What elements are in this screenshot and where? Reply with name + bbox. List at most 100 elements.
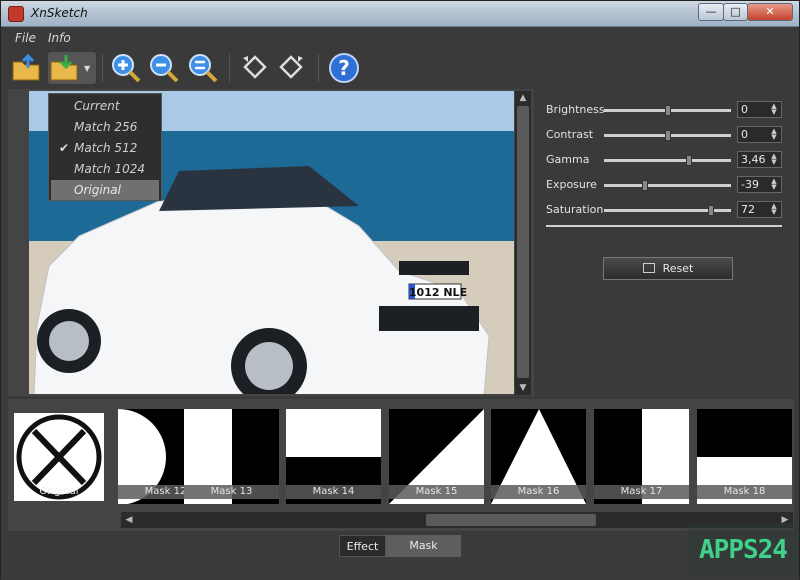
menu-info[interactable]: Info	[48, 31, 71, 45]
adjustment-slider[interactable]	[604, 105, 731, 116]
adjustment-row-exposure: Exposure -39 ▲ ▼	[536, 175, 794, 195]
adjustment-value: -39	[741, 178, 759, 191]
zoom-in-icon	[112, 54, 141, 83]
adjustment-value: 3,46	[741, 153, 766, 166]
tab-mask[interactable]: Mask	[386, 535, 461, 557]
adjustment-label: Saturation	[546, 203, 604, 216]
minimize-button[interactable]: —	[698, 3, 724, 21]
dropdown-item[interactable]: Match 256	[51, 117, 159, 137]
spin-arrows-icon[interactable]: ▲ ▼	[768, 153, 780, 166]
adjustment-label: Brightness	[546, 103, 605, 116]
license-plate: 1012 NLE	[409, 286, 467, 299]
watermark-logo: APPS24	[687, 523, 799, 577]
mask-thumbnail-label: Mask 13	[184, 485, 279, 499]
adjustment-spinbox[interactable]: -39 ▲ ▼	[737, 176, 782, 193]
mask-thumbnail[interactable]: Mask 17	[594, 409, 689, 504]
mask-thumbnail[interactable]: Mask 13	[184, 409, 279, 504]
scroll-thumb[interactable]	[517, 106, 529, 378]
mask-thumbnail-label: Mask 16	[491, 485, 586, 499]
adjustments-panel: Brightness 0 ▲ ▼ Contrast 0 ▲ ▼ Gamma 3,46 ▲ ▼ Expos…	[536, 89, 794, 396]
spin-arrows-icon[interactable]: ▲ ▼	[768, 203, 780, 216]
title-bar: XnSketch — □ ✕	[1, 1, 799, 27]
zoom-out-button[interactable]	[148, 52, 180, 84]
reset-button[interactable]: Reset	[603, 257, 733, 280]
spin-arrows-icon[interactable]: ▲ ▼	[768, 178, 780, 191]
zoom-fit-icon	[189, 54, 218, 83]
divider	[546, 225, 782, 227]
rotate-left-icon	[243, 55, 267, 79]
adjustment-value: 72	[741, 203, 755, 216]
window-title: XnSketch	[31, 6, 88, 20]
adjustment-value: 0	[741, 103, 748, 116]
help-button[interactable]: ?	[328, 52, 360, 84]
adjustment-spinbox[interactable]: 0 ▲ ▼	[737, 101, 782, 118]
dropdown-item-label: Match 512	[74, 141, 138, 155]
adjustment-spinbox[interactable]: 0 ▲ ▼	[737, 126, 782, 143]
adjustment-value: 0	[741, 128, 748, 141]
app-window: XnSketch — □ ✕ File Info ▼ ? 1012 NLE ▲ …	[0, 0, 800, 580]
help-icon: ?	[329, 53, 359, 83]
adjustment-row-brightness: Brightness 0 ▲ ▼	[536, 100, 794, 120]
dropdown-item-label: Match 1024	[74, 162, 145, 176]
toolbar-separator	[102, 54, 103, 82]
adjustment-slider[interactable]	[604, 180, 731, 191]
slider-knob[interactable]	[665, 105, 671, 116]
open-folder-button[interactable]	[10, 52, 42, 84]
dropdown-item[interactable]: Original	[51, 180, 159, 200]
slider-knob[interactable]	[686, 155, 692, 166]
scroll-down-icon[interactable]: ▼	[515, 381, 531, 395]
zoom-fit-button[interactable]	[187, 52, 219, 84]
mask-thumbnail[interactable]: Mask 18	[697, 409, 792, 504]
scroll-left-icon[interactable]: ◀	[121, 513, 137, 527]
resolution-dropdown-menu: Current Match 256 ✔ Match 512 Match 1024 Orig…	[48, 93, 162, 201]
mask-thumbnail[interactable]: Mask 16	[491, 409, 586, 504]
adjustment-slider[interactable]	[604, 205, 731, 216]
dropdown-item-label: Match 256	[74, 120, 138, 134]
app-icon	[8, 6, 24, 22]
rotate-right-button[interactable]	[275, 52, 307, 84]
open-folder-icon	[12, 53, 40, 81]
bottom-tab-bar: Effect Mask	[1, 533, 799, 580]
scroll-thumb[interactable]	[426, 514, 596, 526]
rotate-right-icon	[279, 55, 303, 79]
rotate-left-button[interactable]	[239, 52, 271, 84]
dropdown-item[interactable]: Current	[51, 96, 159, 116]
menu-file[interactable]: File	[15, 31, 36, 45]
slider-knob[interactable]	[642, 180, 648, 191]
mask-thumbnail-label: Mask 18	[697, 485, 792, 499]
zoom-out-icon	[150, 54, 179, 83]
adjustment-slider[interactable]	[604, 155, 731, 166]
adjustment-spinbox[interactable]: 72 ▲ ▼	[737, 201, 782, 218]
close-button[interactable]: ✕	[747, 3, 793, 21]
adjustment-slider[interactable]	[604, 130, 731, 141]
slider-knob[interactable]	[665, 130, 671, 141]
adjustment-row-contrast: Contrast 0 ▲ ▼	[536, 125, 794, 145]
reset-icon	[642, 263, 655, 273]
dropdown-item[interactable]: Match 1024	[51, 159, 159, 179]
save-folder-dropdown-button[interactable]: ▼	[48, 52, 96, 84]
mask-thumbnail-label: Mask 15	[389, 485, 484, 499]
spin-arrows-icon[interactable]: ▲ ▼	[768, 128, 780, 141]
mask-thumbnail[interactable]: Mask 15	[389, 409, 484, 504]
tab-effect[interactable]: Effect	[339, 535, 386, 557]
slider-knob[interactable]	[708, 205, 714, 216]
adjustment-label: Contrast	[546, 128, 594, 141]
mask-thumbnail[interactable]: Mask 14	[286, 409, 381, 504]
adjustment-row-saturation: Saturation 72 ▲ ▼	[536, 200, 794, 220]
dropdown-item-label: Original	[74, 183, 121, 197]
scroll-up-icon[interactable]: ▲	[515, 91, 531, 105]
original-thumbnail[interactable]: Original	[14, 413, 104, 501]
svg-text:?: ?	[338, 56, 350, 80]
dropdown-item-label: Current	[74, 99, 120, 113]
chevron-down-icon: ▼	[84, 64, 91, 73]
adjustment-label: Gamma	[546, 153, 590, 166]
maximize-button[interactable]: □	[723, 3, 748, 21]
adjustment-spinbox[interactable]: 3,46 ▲ ▼	[737, 151, 782, 168]
dropdown-item[interactable]: ✔ Match 512	[51, 138, 159, 158]
reset-label: Reset	[662, 262, 694, 275]
spin-arrows-icon[interactable]: ▲ ▼	[768, 103, 780, 116]
menu-bar: File Info	[1, 28, 799, 48]
original-thumbnail-label: Original	[39, 486, 79, 497]
image-vertical-scrollbar[interactable]: ▲ ▼	[515, 91, 531, 395]
zoom-in-button[interactable]	[110, 52, 142, 84]
